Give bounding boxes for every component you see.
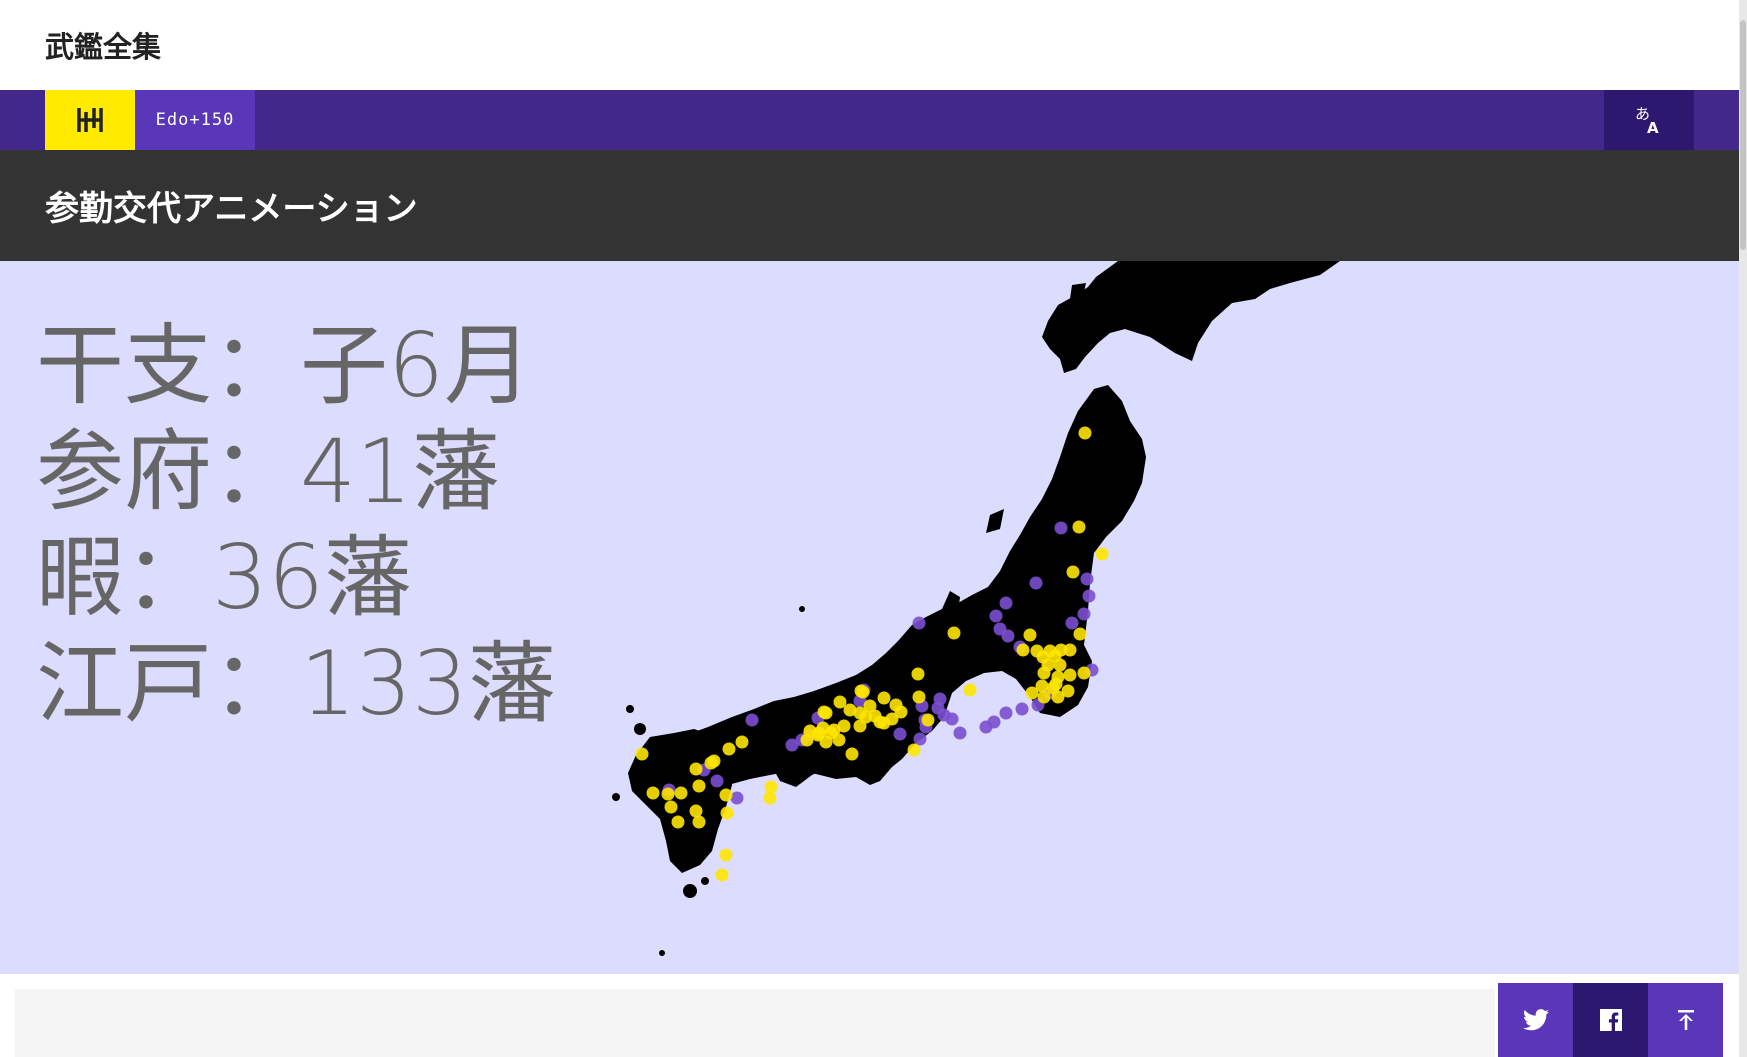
purple-domain-dot <box>1030 577 1043 590</box>
yellow-domain-dot <box>818 706 831 719</box>
scrollbar-thumb[interactable] <box>1740 20 1746 250</box>
yellow-domain-dot <box>825 727 838 740</box>
page-title: 参勤交代アニメーション <box>45 181 418 230</box>
purple-domain-dot <box>746 714 759 727</box>
yellow-domain-dot <box>878 692 891 705</box>
yellow-domain-dot <box>720 789 733 802</box>
language-icon: あ A <box>1633 105 1665 135</box>
yellow-domain-dot <box>1073 521 1086 534</box>
yellow-domain-dot <box>1054 659 1067 672</box>
stat-eto: 干支：子6月 <box>36 313 556 419</box>
yellow-domain-dot <box>672 816 685 829</box>
edo150-link[interactable]: Edo+150 <box>135 90 255 150</box>
purple-domain-dot <box>1078 608 1091 621</box>
yellow-domain-dot <box>723 743 736 756</box>
yellow-domain-dot <box>1055 644 1068 657</box>
home-logo-button[interactable] <box>45 90 135 150</box>
yellow-domain-dot <box>675 787 688 800</box>
purple-domain-dot <box>913 617 926 630</box>
purple-domain-dot <box>934 693 947 706</box>
page-scrollbar[interactable] <box>1739 0 1747 1057</box>
yellow-domain-dot <box>720 849 733 862</box>
yellow-domain-dot <box>636 748 649 761</box>
yellow-domain-dot <box>878 717 891 730</box>
yellow-domain-dot <box>922 714 935 727</box>
yellow-domain-dot <box>1038 667 1051 680</box>
purple-domain-dot <box>914 733 927 746</box>
yellow-domain-dot <box>1047 682 1060 695</box>
purple-domain-dot <box>1016 703 1029 716</box>
page-title-bar: 参勤交代アニメーション <box>0 150 1739 261</box>
yellow-domain-dot <box>1064 669 1077 682</box>
purple-domain-dot <box>1000 597 1013 610</box>
animation-map-area: 干支：子6月 参府：41藩 暇：36藩 江戸：133藩 <box>0 261 1739 974</box>
yellow-domain-dot <box>665 801 678 814</box>
svg-text:A: A <box>1647 119 1659 135</box>
yellow-domain-dot <box>662 788 675 801</box>
site-header: 武鑑全集 <box>0 0 1739 90</box>
purple-domain-dot <box>1066 617 1079 630</box>
purple-domain-dot <box>894 728 907 741</box>
language-switch-button[interactable]: あ A <box>1604 90 1694 150</box>
yellow-domain-dot <box>1036 680 1049 693</box>
yellow-domain-dot <box>913 691 926 704</box>
yellow-domain-dot <box>765 781 778 794</box>
share-bar <box>1498 983 1723 1057</box>
yellow-domain-dot <box>1074 628 1087 641</box>
stat-edo: 江戸：133藩 <box>36 631 556 737</box>
purple-domain-dot <box>711 775 724 788</box>
purple-domain-dot <box>1000 707 1013 720</box>
yellow-domain-dot <box>708 755 721 768</box>
scroll-top-icon <box>1677 1009 1695 1031</box>
yellow-domain-dot <box>690 805 703 818</box>
yellow-domain-dot <box>846 748 859 761</box>
yellow-domain-dot <box>844 704 857 717</box>
purple-domain-dot <box>954 727 967 740</box>
purple-domain-dot <box>731 792 744 805</box>
yellow-domain-dot <box>693 816 706 829</box>
yellow-domain-dot <box>764 792 777 805</box>
navbar: Edo+150 あ A <box>0 90 1739 150</box>
twitter-share-button[interactable] <box>1498 983 1573 1057</box>
h-logo-icon <box>75 106 105 134</box>
facebook-icon <box>1600 1009 1622 1031</box>
edo150-label: Edo+150 <box>156 110 235 130</box>
site-title[interactable]: 武鑑全集 <box>45 24 161 66</box>
scroll-top-button[interactable] <box>1648 983 1723 1057</box>
yellow-domain-dot <box>693 780 706 793</box>
stats-panel: 干支：子6月 参府：41藩 暇：36藩 江戸：133藩 <box>36 313 556 737</box>
twitter-icon <box>1523 1009 1549 1031</box>
facebook-share-button[interactable] <box>1573 983 1648 1057</box>
yellow-domain-dot <box>948 627 961 640</box>
yellow-domain-dot <box>736 736 749 749</box>
yellow-domain-dot <box>647 787 660 800</box>
yellow-domain-dot <box>1079 427 1092 440</box>
purple-domain-dot <box>1055 522 1068 535</box>
purple-domain-dot <box>1083 590 1096 603</box>
yellow-domain-dot <box>1067 566 1080 579</box>
yellow-domain-dot <box>912 668 925 681</box>
footer-strip <box>15 989 1495 1057</box>
purple-domain-dot <box>1081 573 1094 586</box>
purple-domain-dot <box>990 610 1003 623</box>
yellow-domain-dot <box>1096 548 1109 561</box>
yellow-domain-dot <box>716 869 729 882</box>
yellow-domain-dot <box>860 711 873 724</box>
yellow-domain-dot <box>855 685 868 698</box>
purple-domain-dot <box>1002 630 1015 643</box>
yellow-domain-dot <box>964 684 977 697</box>
yellow-domain-dot <box>908 744 921 757</box>
purple-domain-dot <box>980 721 993 734</box>
yellow-domain-dot <box>690 763 703 776</box>
purple-domain-dot <box>786 739 799 752</box>
stat-itoma: 暇：36藩 <box>36 525 556 631</box>
yellow-domain-dot <box>1024 629 1037 642</box>
yellow-domain-dot <box>813 727 826 740</box>
yellow-domain-dot <box>721 807 734 820</box>
stat-sanpu: 参府：41藩 <box>36 419 556 525</box>
yellow-domain-dot <box>1017 644 1030 657</box>
yellow-domain-dot <box>1078 667 1091 680</box>
